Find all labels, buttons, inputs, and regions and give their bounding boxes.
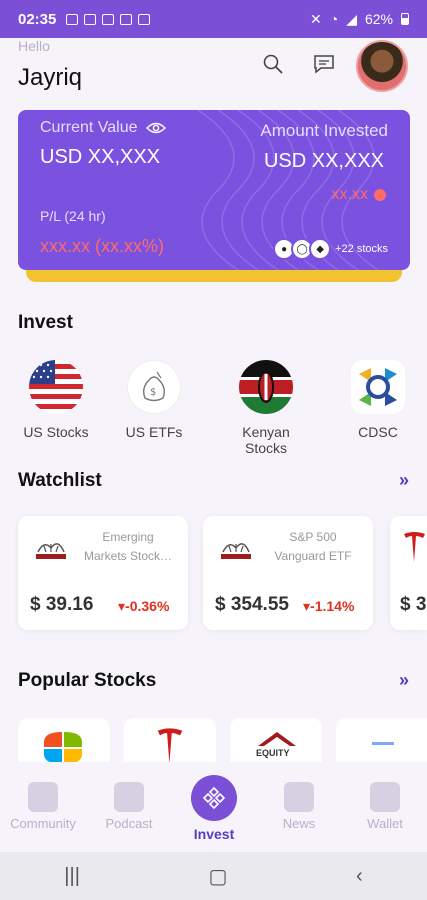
pl-label: P/L (24 hr) <box>40 208 106 224</box>
amount-invested: USD XX,XXX <box>263 150 384 172</box>
home-icon[interactable]: ▢ <box>209 864 228 889</box>
popular-more-button[interactable]: » <box>399 670 409 691</box>
nav-label-active[interactable]: Invest <box>174 826 254 842</box>
nav-label: Podcast <box>105 816 153 831</box>
popular-title: Popular Stocks <box>18 670 157 691</box>
invest-item-label: Kenyan Stocks <box>242 424 290 456</box>
amount-invested-label: Amount Invested <box>260 121 388 140</box>
invested-change: xx.xx <box>332 186 386 204</box>
name-line: Emerging <box>102 530 154 544</box>
nav-invest[interactable] <box>191 775 237 821</box>
battery-icon <box>401 13 409 25</box>
invested-change-value: xx.xx <box>331 186 368 203</box>
signal-icon: ◢ <box>346 10 357 27</box>
watchlist-card[interactable]: S&P 500 Vanguard ETF $ 354.55 ▾-1.14% <box>203 516 373 630</box>
mute-icon: ✕ <box>309 10 322 27</box>
notification-icons <box>66 13 151 25</box>
more-stocks: +22 stocks <box>335 243 388 255</box>
cdsc-logo-icon <box>351 360 405 414</box>
vanguard-logo-icon <box>36 543 66 559</box>
search-button[interactable] <box>259 50 287 78</box>
greeting: Hello <box>18 38 50 54</box>
change-value: -0.36% <box>125 598 170 614</box>
holdings-logos[interactable]: ● ◯ ◆ +22 stocks <box>273 238 388 260</box>
name-line: Markets Stock… <box>83 549 173 563</box>
username: Jayriq <box>18 64 83 91</box>
watchlist-price: $ 3 <box>400 594 427 615</box>
watchlist-more-button[interactable]: » <box>399 470 409 491</box>
nav-label: Community <box>10 816 76 831</box>
svg-text:$: $ <box>150 387 156 398</box>
wallet-icon <box>370 782 400 812</box>
down-arrow-icon: ▾ <box>118 598 126 614</box>
status-right: ✕ ◔ ◢ 62% <box>310 11 409 28</box>
system-nav: ||| ▢ ‹ <box>0 852 427 900</box>
invest-item-label: US Stocks <box>23 424 89 440</box>
kenya-flag-icon <box>239 360 293 414</box>
change-value: -1.14% <box>310 598 355 614</box>
watchlist-card[interactable]: Emerging Markets Stock… $ 39.16 ▾-0.36% <box>18 516 188 630</box>
battery-percent: 62% <box>364 11 393 27</box>
chat-icon <box>314 55 334 74</box>
brand-logo-icon <box>372 742 394 745</box>
nav-label: Wallet <box>367 816 403 831</box>
money-bag-icon: $ <box>127 360 181 414</box>
invest-us-stocks[interactable]: US Stocks <box>11 360 101 440</box>
invest-item-label: US ETFs <box>125 424 183 440</box>
down-arrow-icon: ▾ <box>303 598 311 614</box>
podcast-icon <box>114 782 144 812</box>
nav-news[interactable]: News <box>259 782 339 831</box>
nav-community[interactable]: Community <box>3 782 83 831</box>
status-time: 02:35 <box>18 10 57 28</box>
avatar[interactable] <box>356 40 408 92</box>
news-icon <box>284 782 314 812</box>
watchlist-change: ▾-0.36% <box>118 598 169 615</box>
watchlist-card-partial[interactable]: $ 3 <box>390 516 427 630</box>
vanguard-logo-icon <box>221 543 251 559</box>
nav-wallet[interactable]: Wallet <box>345 782 425 831</box>
current-value-label: Current Value <box>40 119 166 137</box>
tesla-logo-icon <box>404 532 425 562</box>
pl-value: xxx.xx (xx.xx%) <box>40 236 164 256</box>
equity-label: EQUITY <box>256 748 290 758</box>
us-flag-icon <box>29 360 83 414</box>
watchlist-change: ▾-1.14% <box>303 598 354 615</box>
watchlist-name: Emerging Markets Stock… <box>78 528 178 566</box>
community-icon <box>28 782 58 812</box>
current-value-text: Current Value <box>40 119 138 136</box>
wifi-icon: ◔ <box>329 11 339 27</box>
back-icon[interactable]: ‹ <box>356 865 363 888</box>
status-bar: 02:35 ✕ ◔ ◢ 62% <box>0 0 427 38</box>
watchlist-price: $ 39.16 <box>30 594 94 615</box>
portfolio-card[interactable]: Current Value USD XX,XXX Amount Invested… <box>18 110 410 270</box>
nav-label: News <box>282 816 316 831</box>
stock-logo-icon: ◆ <box>309 238 332 260</box>
watchlist-name: S&P 500 Vanguard ETF <box>263 528 363 566</box>
eye-icon[interactable] <box>145 121 166 135</box>
current-value: USD XX,XXX <box>40 146 161 168</box>
loss-indicator-icon <box>374 189 386 201</box>
recent-apps-icon[interactable]: ||| <box>64 865 80 888</box>
tesla-logo-icon <box>157 728 183 764</box>
watchlist-title: Watchlist <box>18 470 102 491</box>
messages-button[interactable] <box>310 50 338 78</box>
invest-us-etfs[interactable]: $ US ETFs <box>109 360 199 440</box>
invest-title: Invest <box>18 312 73 333</box>
name-line: Vanguard ETF <box>274 549 352 563</box>
name-line: S&P 500 <box>289 530 337 544</box>
nav-podcast[interactable]: Podcast <box>89 782 169 831</box>
invest-kenyan-stocks[interactable]: Kenyan Stocks <box>221 360 311 456</box>
search-icon <box>263 54 283 74</box>
watchlist-price: $ 354.55 <box>215 594 289 615</box>
invest-cdsc[interactable]: CDSC <box>333 360 423 440</box>
invest-icon <box>202 786 226 810</box>
invest-item-label: CDSC <box>358 424 398 440</box>
